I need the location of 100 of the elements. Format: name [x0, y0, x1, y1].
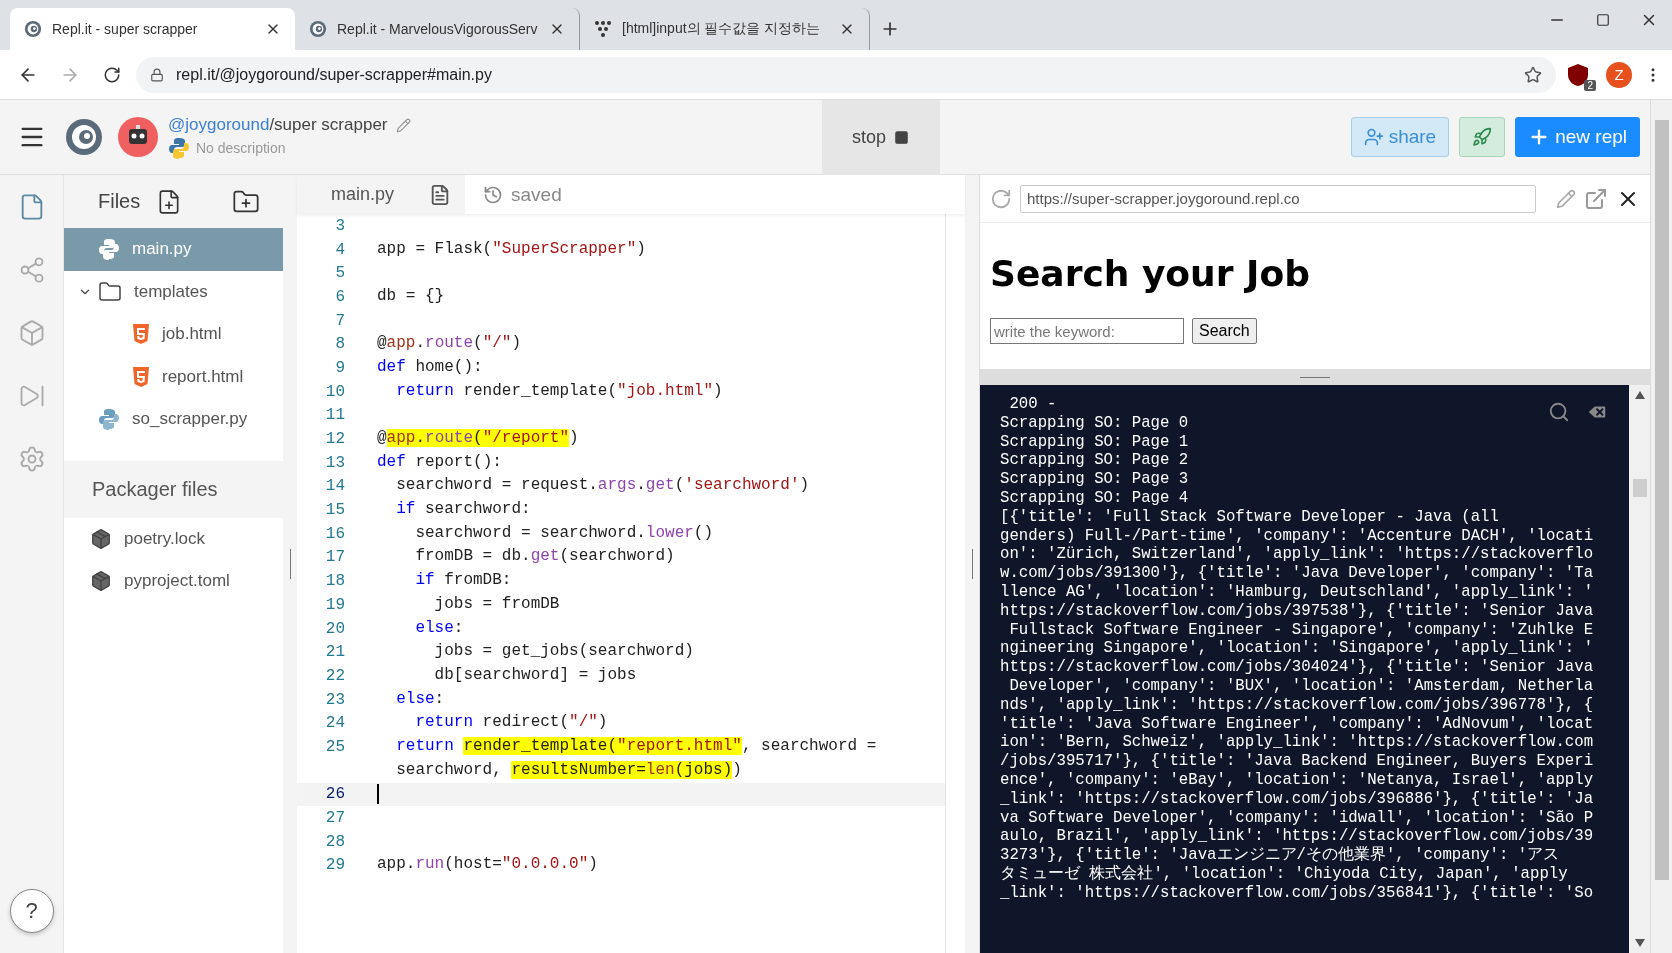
line-number: 7 [334, 311, 345, 330]
console-line: Scrapping SO: Page 4 [1000, 489, 1189, 508]
code-line: db = {} [377, 286, 445, 307]
line-number: 9 [334, 358, 345, 377]
file-item[interactable]: pyproject.toml [64, 560, 283, 603]
line-number: 26 [324, 785, 345, 804]
console-line: https://stackoverflow.com/jobs/397538'}, {'title': 'Senior Java [1000, 601, 1594, 621]
code-line: searchword = searchword.lower() [414, 523, 714, 544]
code-line: else: [414, 618, 464, 639]
reload-icon[interactable] [103, 65, 121, 84]
console-line: Fullstack Software Engineer - Singapore', 'company': 'Zuhlke E [1008, 620, 1594, 640]
lock-icon [150, 67, 164, 82]
line-number: 10 [324, 382, 345, 401]
code-line: jobs = get_jobs(searchword) [433, 642, 694, 663]
description: No description [196, 140, 286, 156]
text-cursor [377, 784, 379, 805]
search-button[interactable]: Search [1192, 318, 1257, 344]
console-line: genders) Full-/Part-time', 'company': 'Accenture DACH', 'locati [1000, 526, 1594, 546]
line-number: 11 [324, 406, 345, 425]
code-line: return render_template("job.html") [395, 381, 723, 402]
url-field[interactable]: https://super-scrapper.joygoround.repl.co [1020, 184, 1536, 213]
code-line: return redirect("/") [414, 713, 608, 734]
console-line: va Software Developer', 'company': 'idwall', 'location': 'São P [1000, 808, 1594, 828]
keyword-field[interactable]: write the keyword: [990, 318, 1184, 344]
line-number: 24 [324, 714, 345, 733]
line-number: 17 [324, 548, 345, 567]
line-number: 18 [324, 572, 345, 591]
address-bar[interactable]: repl.it/@joygoround/super-scrapper#main.py [136, 56, 1556, 93]
file-item[interactable]: so_scrapper.py [64, 398, 283, 441]
line-number: 23 [324, 690, 345, 709]
code-line: if searchword: [395, 500, 531, 521]
save-status: saved [483, 183, 562, 206]
help-button[interactable]: ? [9, 889, 54, 933]
console-line: ence', 'company': 'eBay', 'location': 'Netanya, Israel', 'apply [1000, 770, 1594, 790]
console-line: _link': 'https://stackoverflow.com/jobs/396886'}, {'title': 'Ja [1000, 789, 1594, 809]
scrollbar-thumb[interactable] [1654, 120, 1669, 880]
line-number: 19 [324, 595, 345, 614]
console-line: Scrapping SO: Page 2 [1000, 451, 1189, 471]
code-line: searchword, resultsNumber=len(jobs)) [395, 760, 742, 781]
line-number: 28 [324, 832, 345, 851]
python-icon [168, 137, 190, 159]
stop-icon [894, 129, 910, 145]
repl-logo [64, 117, 104, 157]
line-number: 6 [334, 287, 345, 306]
code-line: searchword = request.args.get('searchword') [395, 476, 810, 497]
code-line: @app.route("/") [377, 334, 522, 355]
line-number: 8 [334, 335, 345, 354]
line-number: 14 [324, 477, 345, 496]
console-line: タミューゼ 株式会社', 'location': 'Chiyoda City, Japan', 'apply [1000, 864, 1568, 884]
package-icon [90, 570, 112, 593]
console-line: ion': 'Bern, Schweiz', 'apply_link': 'https://stackoverflow.com [1000, 733, 1594, 753]
deploy-button[interactable] [1459, 117, 1506, 157]
console-line: w.com/jobs/391300'}, {'title': 'Java Developer', 'company': 'Ta [1000, 564, 1594, 583]
page-heading: Search your Job [990, 253, 1311, 294]
console-line: nds', 'apply_link': 'https://stackoverflow.com/jobs/396778'}, { [1000, 695, 1594, 715]
folder-icon [98, 279, 122, 304]
console-line: 'title': 'Java Software Engineer', 'company': 'AdNovum', 'locat [1000, 714, 1594, 734]
file-item[interactable]: templates [64, 270, 283, 313]
console-line: 200 - [1008, 395, 1057, 414]
line-number: 22 [324, 666, 345, 685]
file-item[interactable]: poetry.lock [64, 517, 283, 560]
add-user-icon [1363, 127, 1384, 147]
line-number: 15 [324, 501, 345, 520]
package-icon [90, 527, 112, 550]
bookmark-icon[interactable] [1524, 65, 1542, 84]
panel-title: Files [98, 190, 141, 213]
repl-logo-icon [309, 20, 327, 38]
console-line: /jobs/395717'}, {'title': 'Java Backend Engineer, Buyers Experi [1000, 752, 1594, 771]
console-line: llence AG', 'location': 'Hamburg, Deutschland', 'apply_link': ' [1000, 582, 1594, 602]
line-number: 12 [324, 430, 345, 449]
html-file-icon [132, 366, 150, 387]
scroll-down-icon[interactable] [1634, 939, 1645, 947]
python-icon [98, 238, 120, 261]
browser-tab[interactable]: Repl.it - super scrapper [10, 8, 295, 50]
line-number: 13 [324, 453, 345, 472]
repl-logo-icon [24, 20, 42, 38]
stop-button[interactable]: stop [821, 99, 940, 175]
console-line: Scrapping SO: Page 0 [1000, 413, 1189, 433]
file-item[interactable]: job.html [64, 313, 283, 356]
code-line: app.run(host="0.0.0.0") [377, 855, 598, 876]
line-number: 21 [324, 643, 345, 662]
owner-link[interactable]: @joygoround [168, 115, 270, 135]
search-icon[interactable] [1548, 401, 1570, 423]
console-line: https://stackoverflow.com/jobs/304024'}, {'title': 'Senior Java [1000, 658, 1594, 677]
editor-tab[interactable]: main.py [297, 175, 465, 214]
document-icon[interactable] [429, 183, 451, 206]
scrollbar-thumb[interactable] [1632, 479, 1647, 497]
console-line: 3273'}, {'title': 'Javaエンジニア/その他業界', 'company': 'アス [1000, 846, 1560, 865]
python-icon [98, 408, 120, 431]
scroll-up-icon[interactable] [1634, 391, 1645, 399]
maximize-icon[interactable] [1596, 13, 1610, 27]
line-number: 16 [324, 524, 345, 543]
html-file-icon [132, 324, 150, 345]
profile-avatar[interactable]: Z [1606, 61, 1632, 88]
console-line: _link': 'https://stackoverflow.com/jobs/356841'}, {'title': 'So [1000, 883, 1594, 903]
external-link-icon[interactable] [1584, 186, 1608, 211]
console-line: Scrapping SO: Page 3 [1000, 470, 1189, 489]
console-line: [{'title': 'Full Stack Software Developer - Java (all [1000, 507, 1499, 527]
code-line: if fromDB: [414, 571, 512, 592]
file-item[interactable]: report.html [64, 355, 283, 398]
